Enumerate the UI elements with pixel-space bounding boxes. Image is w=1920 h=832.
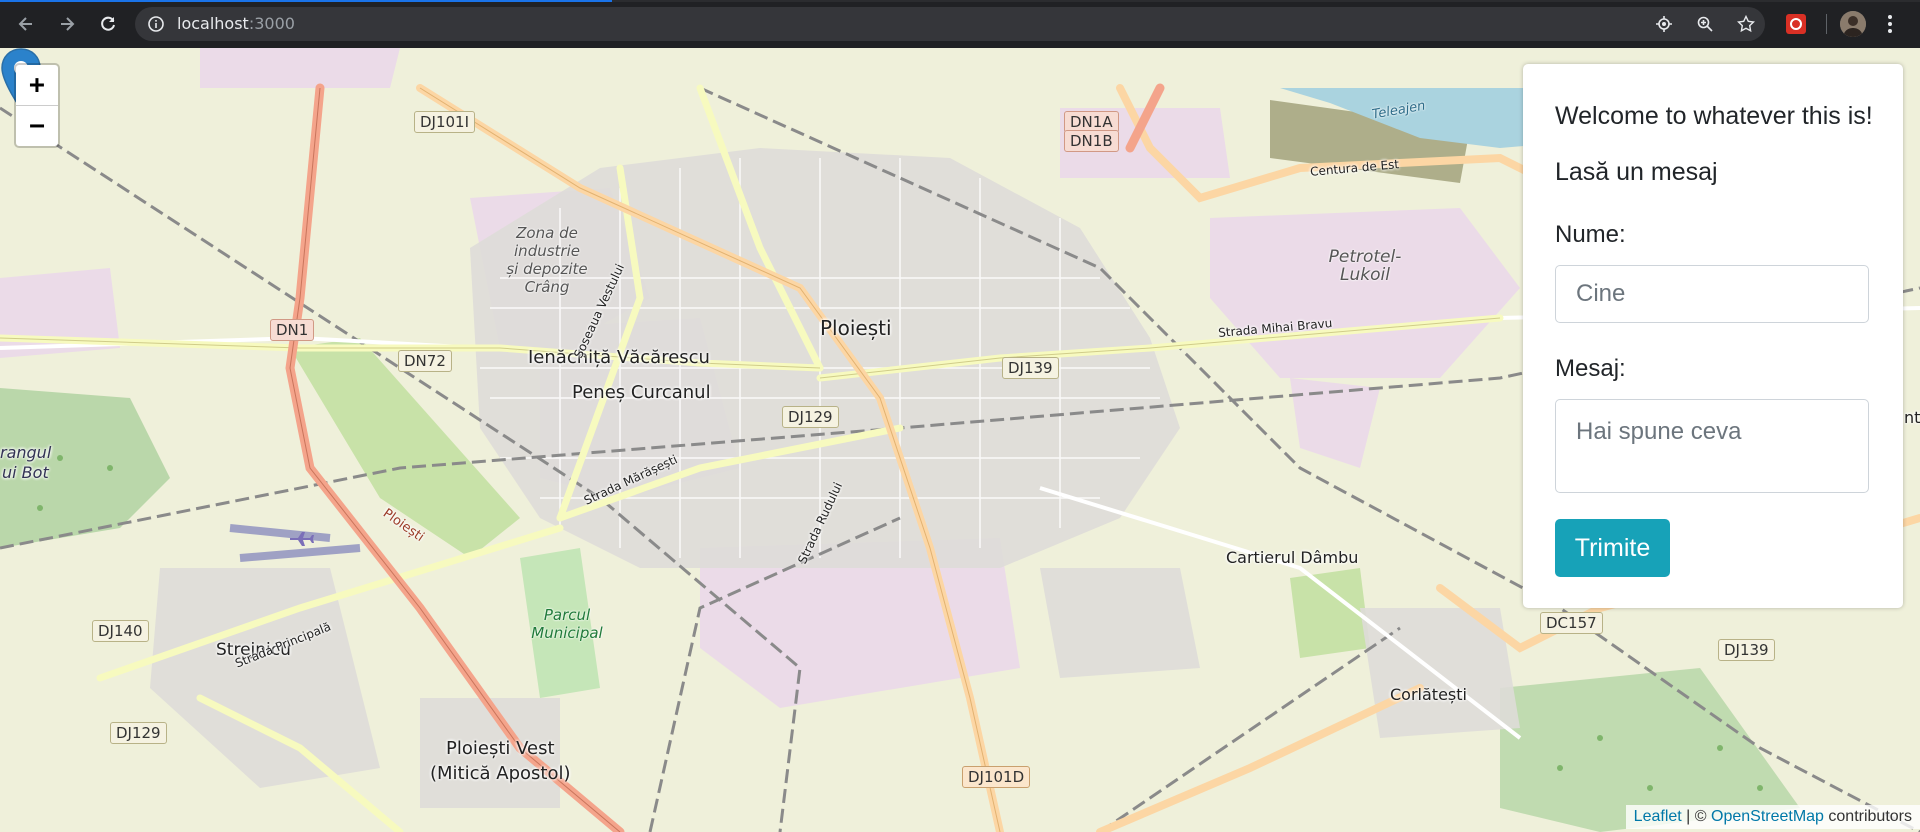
map-attribution: Leaflet | © OpenStreetMap contributors — [1625, 805, 1920, 829]
zoom-in-button[interactable]: + — [16, 65, 58, 106]
label-penes: Peneș Curcanul — [572, 382, 711, 403]
url-port: :3000 — [248, 14, 295, 33]
url-text: localhost:3000 — [177, 14, 295, 33]
message-label: Mesaj: — [1555, 355, 1626, 382]
label-parcul-municipal: Parcul Municipal — [522, 606, 612, 642]
attribution-separator: | © — [1681, 808, 1711, 825]
label-ploiesti: Ploiești — [820, 316, 892, 340]
label-zona-industrie: Zona de industrie și depozite Crâng — [502, 224, 592, 296]
attribution-suffix: contributors — [1823, 808, 1912, 825]
zoom-out-button[interactable]: − — [16, 106, 58, 146]
panel-subtitle: Lasă un mesaj — [1555, 158, 1718, 186]
label-cartierul-dambu: Cartierul Dâmbu — [1226, 548, 1359, 567]
label-corlatesti: Corlătești — [1390, 685, 1467, 704]
panel-title: Welcome to whatever this is! — [1555, 102, 1873, 130]
label-ploiesti-vest: Ploiești Vest — [446, 738, 555, 759]
shield-dj129-west: DJ129 — [110, 722, 167, 744]
label-zona-line4: Crâng — [524, 278, 570, 296]
label-petrotel: Petrotel- Lukoil — [1320, 248, 1410, 284]
shield-dn1b: DN1B — [1064, 130, 1119, 152]
loading-indicator — [0, 0, 612, 2]
shield-dj139-east: DJ139 — [1718, 639, 1775, 661]
shield-dn72: DN72 — [398, 350, 452, 372]
extension-icon[interactable] — [1786, 14, 1806, 34]
menu-icon[interactable] — [1884, 12, 1896, 36]
label-crangul-2: ui Bot — [2, 463, 49, 482]
back-icon[interactable] — [12, 10, 40, 38]
label-parcul-line1: Parcul — [543, 606, 591, 624]
shield-dj139-center: DJ139 — [1002, 357, 1059, 379]
toolbar-separator — [1826, 14, 1827, 34]
location-icon[interactable] — [1655, 15, 1673, 33]
shield-dj129-center: DJ129 — [782, 406, 839, 428]
forward-icon[interactable] — [53, 10, 81, 38]
osm-link[interactable]: OpenStreetMap — [1711, 808, 1824, 825]
shield-dj101i: DJ101I — [414, 111, 476, 133]
leaflet-link[interactable]: Leaflet — [1634, 808, 1682, 825]
shield-dc157: DC157 — [1540, 612, 1603, 634]
star-icon[interactable] — [1737, 15, 1755, 33]
address-bar[interactable]: localhost:3000 — [135, 7, 1765, 41]
url-host: localhost — [177, 14, 249, 33]
label-crangul-1: rangul — [0, 443, 52, 462]
info-icon[interactable] — [147, 15, 165, 33]
browser-toolbar: localhost:3000 — [0, 0, 1920, 48]
shield-dj101d: DJ101D — [962, 766, 1031, 788]
reload-icon[interactable] — [94, 10, 122, 38]
label-parcul-line2: Municipal — [531, 624, 603, 642]
label-zona-line1: Zona de — [516, 224, 578, 242]
zoom-control: + − — [14, 63, 60, 148]
message-panel: Welcome to whatever this is! Lasă un mes… — [1523, 64, 1903, 608]
label-petrotel-line1: Petrotel- — [1328, 247, 1402, 267]
label-zona-line3: și depozite — [506, 260, 588, 278]
label-edge: nta — [1904, 408, 1920, 427]
label-petrotel-line2: Lukoil — [1340, 265, 1390, 285]
name-input[interactable] — [1555, 265, 1869, 323]
label-mitica-apostol: (Mitică Apostol) — [430, 763, 571, 784]
message-textarea[interactable] — [1555, 399, 1869, 493]
tab-strip-line — [0, 0, 1920, 2]
submit-button[interactable]: Trimite — [1555, 519, 1670, 577]
name-label: Nume: — [1555, 221, 1626, 248]
shield-dj140: DJ140 — [92, 620, 149, 642]
shield-dn1: DN1 — [270, 319, 315, 341]
zoom-icon[interactable] — [1696, 15, 1714, 33]
label-ienachita: Ienăchiță Văcărescu — [528, 347, 710, 368]
profile-avatar[interactable] — [1840, 11, 1866, 37]
label-zona-line2: industrie — [514, 242, 580, 260]
